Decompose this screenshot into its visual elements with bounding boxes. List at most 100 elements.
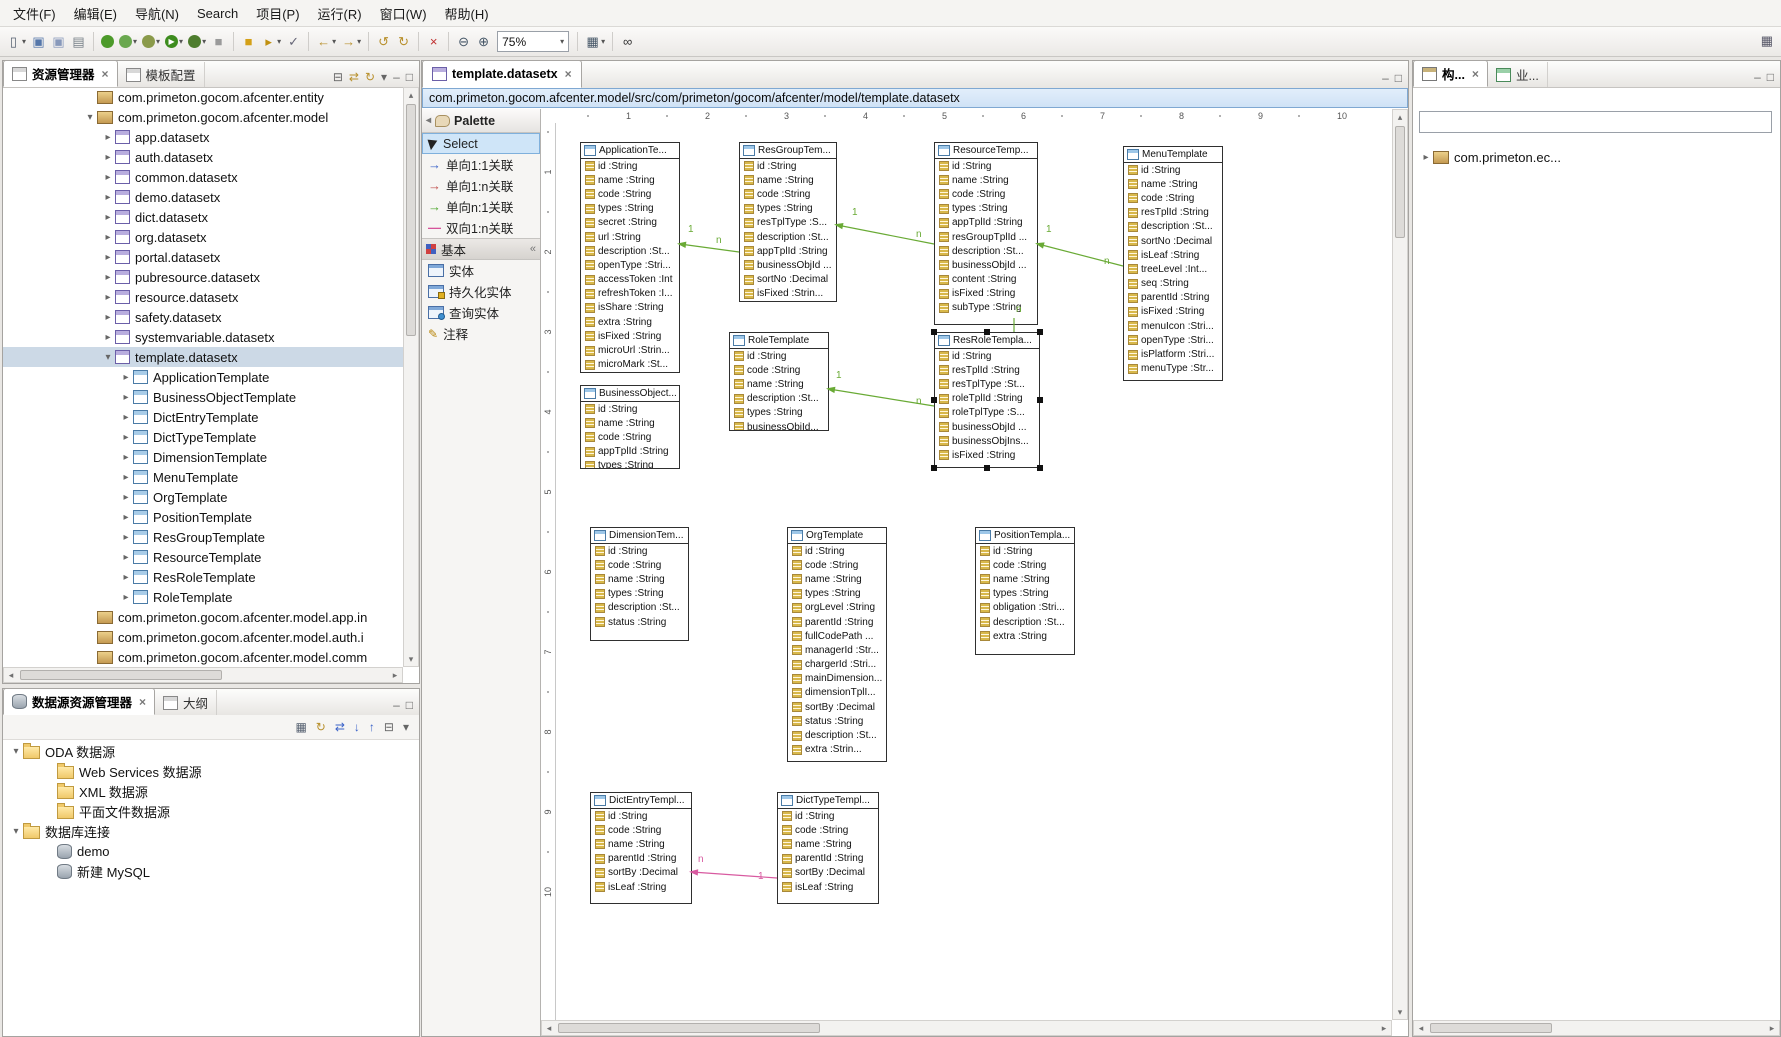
tree-expander-icon[interactable]: ▸ <box>119 432 133 443</box>
selection-handle[interactable] <box>984 465 990 471</box>
scrollbar-thumb[interactable] <box>1395 126 1405 238</box>
palette-item[interactable]: Select <box>422 133 540 154</box>
tree-expander-icon[interactable]: ▸ <box>119 372 133 383</box>
tree-expander-icon[interactable]: ▸ <box>119 552 133 563</box>
tree-item[interactable]: ▸DictTypeTemplate <box>3 427 403 447</box>
tree-expander-icon[interactable]: ▸ <box>119 452 133 463</box>
menu-r[interactable]: 运行(R) <box>309 1 371 26</box>
tree-item[interactable]: ▸safety.datasetx <box>3 307 403 327</box>
tree-expander-icon[interactable]: ▸ <box>101 192 115 203</box>
tree-item[interactable]: ▸common.datasetx <box>3 167 403 187</box>
filter-input[interactable] <box>1419 111 1772 133</box>
refresh-icon[interactable]: ↻ <box>316 721 326 733</box>
tree-item[interactable]: ▸DimensionTemplate <box>3 447 403 467</box>
tree-item[interactable]: demo <box>3 841 419 861</box>
print-button[interactable]: ▤ <box>69 31 88 53</box>
tree-item[interactable]: ▸DictEntryTemplate <box>3 407 403 427</box>
search-model-button[interactable]: ∞ <box>618 31 637 53</box>
tab-outline[interactable]: 大纲 <box>155 690 217 715</box>
scroll-up-icon[interactable]: ▴ <box>1393 110 1407 124</box>
tree-item[interactable]: ▸OrgTemplate <box>3 487 403 507</box>
tree-item[interactable]: ▸pubresource.datasetx <box>3 267 403 287</box>
scrollbar-thumb[interactable] <box>1430 1023 1552 1033</box>
tree-expander-icon[interactable]: ▸ <box>1419 152 1433 163</box>
scroll-left-icon[interactable]: ◂ <box>1414 1021 1428 1035</box>
run-button[interactable]: ▶▾ <box>163 31 185 53</box>
selection-handle[interactable] <box>1037 329 1043 335</box>
tree-expander-icon[interactable]: ▸ <box>101 132 115 143</box>
link-with-editor-icon[interactable]: ⇄ <box>349 71 359 83</box>
redo-button[interactable]: ↻ <box>394 31 413 53</box>
tree-expander-icon[interactable]: ▸ <box>119 572 133 583</box>
diagram-canvas[interactable]: ApplicationTe...id :Stringname :Stringco… <box>556 123 1392 1020</box>
external-tools-button[interactable]: ▾ <box>117 31 139 53</box>
tree-item[interactable]: ▸MenuTemplate <box>3 467 403 487</box>
tree-item[interactable]: ▾ODA 数据源 <box>3 741 419 761</box>
selection-handle[interactable] <box>984 329 990 335</box>
entity-businessobject[interactable]: BusinessObject...id :Stringname :Stringc… <box>580 385 680 469</box>
entity-dictentrytempl[interactable]: DictEntryTempl...id :Stringcode :Stringn… <box>590 792 692 904</box>
save-button[interactable]: ▣ <box>29 31 48 53</box>
tree-item[interactable]: ▸systemvariable.datasetx <box>3 327 403 347</box>
entity-resroletempla[interactable]: ResRoleTempla...id :StringresTplId :Stri… <box>934 332 1040 468</box>
entity-resgrouptem[interactable]: ResGroupTem...id :Stringname :Stringcode… <box>739 142 837 302</box>
export-icon[interactable]: ↑ <box>369 721 375 733</box>
tree-expander-icon[interactable]: ▸ <box>101 252 115 263</box>
tree-item[interactable]: ▸ResRoleTemplate <box>3 567 403 587</box>
palette-item[interactable]: 实体 <box>422 260 540 281</box>
collapse-all-icon[interactable]: ⊟ <box>333 71 343 83</box>
tree-expander-icon[interactable]: ▸ <box>101 172 115 183</box>
tree-expander-icon[interactable]: ▸ <box>119 532 133 543</box>
tree-item[interactable]: ▸dict.datasetx <box>3 207 403 227</box>
zoom-in-button[interactable]: ⊕ <box>474 31 493 53</box>
tree-expander-icon[interactable]: ▸ <box>119 412 133 423</box>
delete-button[interactable]: × <box>424 31 443 53</box>
tree-expander-icon[interactable]: ▾ <box>83 112 97 123</box>
maximize-icon[interactable]: □ <box>1395 72 1402 84</box>
close-icon[interactable]: × <box>102 67 109 81</box>
tree-item[interactable]: 新建 MySQL <box>3 861 419 881</box>
scroll-right-icon[interactable]: ▸ <box>1377 1021 1391 1035</box>
maximize-icon[interactable]: □ <box>406 699 413 711</box>
entity-dicttypetempl[interactable]: DictTypeTempl...id :Stringcode :Stringna… <box>777 792 879 904</box>
perspective-icon[interactable]: ▦ <box>1761 33 1773 49</box>
tree-item[interactable]: Web Services 数据源 <box>3 761 419 781</box>
scrollbar-thumb[interactable] <box>406 104 416 336</box>
tab-datasource-explorer[interactable]: 数据源资源管理器× <box>3 688 155 715</box>
tree-expander-icon[interactable]: ▸ <box>119 392 133 403</box>
search-button[interactable]: ▸▾ <box>259 31 283 53</box>
scrollbar-thumb[interactable] <box>558 1023 820 1033</box>
tree-item[interactable]: ▸app.datasetx <box>3 127 403 147</box>
menu-search[interactable]: Search <box>188 3 247 24</box>
entity-menutemplate[interactable]: MenuTemplateid :Stringname :Stringcode :… <box>1123 146 1223 381</box>
stop-button[interactable]: ■ <box>209 31 228 53</box>
explorer-vscrollbar[interactable]: ▴ ▾ <box>403 87 419 667</box>
menu-h[interactable]: 帮助(H) <box>436 1 498 26</box>
entity-roletemplate[interactable]: RoleTemplateid :Stringcode :Stringname :… <box>729 332 829 431</box>
selection-handle[interactable] <box>931 465 937 471</box>
tree-item[interactable]: ▸auth.datasetx <box>3 147 403 167</box>
tree-expander-icon[interactable]: ▾ <box>9 826 23 837</box>
tab-resource-explorer[interactable]: 资源管理器× <box>3 60 118 87</box>
link-with-editor-icon[interactable]: ⇄ <box>335 721 345 733</box>
palette-item[interactable]: →单向1:n关联 <box>422 175 540 196</box>
tree-item[interactable]: ▸BusinessObjectTemplate <box>3 387 403 407</box>
scroll-right-icon[interactable]: ▸ <box>388 668 402 682</box>
collapse-palette-icon[interactable]: ◂ <box>426 115 431 126</box>
tree-item[interactable]: com.primeton.gocom.afcenter.model.auth.i <box>3 627 403 647</box>
menu-f[interactable]: 文件(F) <box>4 1 65 26</box>
close-icon[interactable]: × <box>139 695 146 709</box>
tree-expander-icon[interactable]: ▸ <box>101 272 115 283</box>
tree-item[interactable]: com.primeton.gocom.afcenter.model.comm <box>3 647 403 667</box>
tree-item[interactable]: ▾template.datasetx <box>3 347 403 367</box>
scrollbar-thumb[interactable] <box>20 670 222 680</box>
scroll-left-icon[interactable]: ◂ <box>542 1021 556 1035</box>
entity-resourcetemp[interactable]: ResourceTemp...id :Stringname :Stringcod… <box>934 142 1038 325</box>
tree-item[interactable]: ▸RoleTemplate <box>3 587 403 607</box>
tree-item[interactable]: ▸resource.datasetx <box>3 287 403 307</box>
tab-build[interactable]: 构...× <box>1413 60 1488 87</box>
menu-w[interactable]: 窗口(W) <box>371 1 436 26</box>
right-hscrollbar[interactable]: ◂ ▸ <box>1413 1020 1780 1036</box>
palette-header[interactable]: ◂ Palette <box>422 109 540 133</box>
scroll-down-icon[interactable]: ▾ <box>1393 1005 1407 1019</box>
